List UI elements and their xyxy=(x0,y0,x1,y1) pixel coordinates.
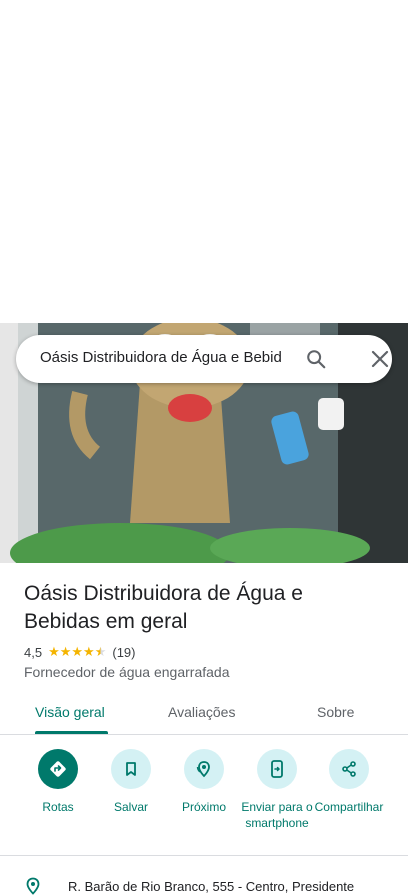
close-icon xyxy=(371,350,389,368)
search-bar[interactable]: Oásis Distribuidora de Água e Bebid xyxy=(16,335,392,383)
search-icon xyxy=(307,350,326,369)
share-label: Compartilhar xyxy=(314,800,384,814)
star-icon: ★ xyxy=(83,644,95,659)
search-button[interactable] xyxy=(302,345,330,373)
star-icon: ★ xyxy=(48,644,60,659)
star-icon: ★ xyxy=(71,644,84,659)
search-input[interactable]: Oásis Distribuidora de Água e Bebid xyxy=(40,349,288,366)
send-to-phone-button[interactable]: Enviar para o smartphone xyxy=(237,749,317,831)
save-button[interactable]: Salvar xyxy=(91,749,171,815)
review-count: (19) xyxy=(112,644,136,660)
directions-button[interactable]: Rotas xyxy=(18,749,98,815)
half-star-icon: ★ xyxy=(94,644,107,659)
send-to-phone-icon xyxy=(271,760,283,778)
nearby-button[interactable]: Próximo xyxy=(164,749,244,815)
address-row[interactable]: R. Barão de Rio Branco, 555 - Centro, Pr… xyxy=(24,876,354,896)
bookmark-icon xyxy=(126,762,136,776)
share-button[interactable]: Compartilhar xyxy=(309,749,389,815)
share-icon xyxy=(342,761,356,777)
address-text: R. Barão de Rio Branco, 555 - Centro, Pr… xyxy=(68,878,355,894)
rating-row[interactable]: 4,5 ★ ★ ★ ★ ★ (19) xyxy=(24,643,135,661)
place-title: Oásis Distribuidora de Água e Bebidas em… xyxy=(24,582,303,633)
section-divider xyxy=(0,855,408,856)
star-rating: ★ ★ ★ ★ ★ xyxy=(48,645,106,659)
active-tab-indicator xyxy=(35,731,108,734)
tab-about[interactable]: Sobre xyxy=(317,704,354,720)
directions-label: Rotas xyxy=(42,800,74,814)
tab-bar: Visão geral Avaliações Sobre xyxy=(0,694,408,735)
directions-icon xyxy=(50,761,66,777)
send-to-phone-label: Enviar para o smartphone xyxy=(241,800,313,830)
tab-overview[interactable]: Visão geral xyxy=(35,704,105,720)
close-button[interactable] xyxy=(366,345,394,373)
rating-value: 4,5 xyxy=(24,644,43,660)
tab-reviews[interactable]: Avaliações xyxy=(168,704,235,720)
blank-map-area xyxy=(0,0,408,323)
place-category: Fornecedor de água engarrafada xyxy=(24,664,230,680)
location-pin-icon xyxy=(26,877,40,895)
nearby-icon xyxy=(196,761,210,778)
save-label: Salvar xyxy=(113,800,148,814)
nearby-label: Próximo xyxy=(181,800,226,814)
star-icon: ★ xyxy=(59,644,72,659)
